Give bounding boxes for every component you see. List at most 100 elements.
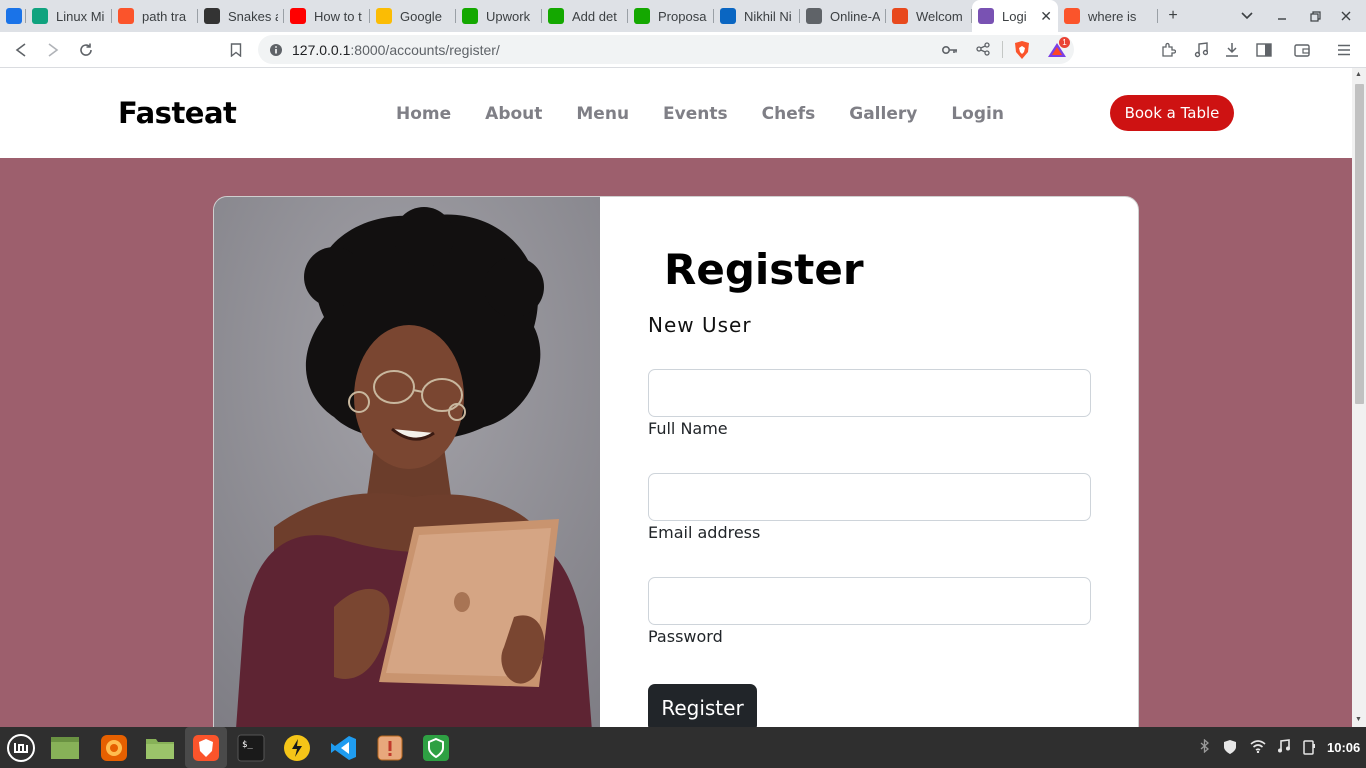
bootstrap-icon — [978, 8, 994, 24]
browser-tab[interactable] — [0, 0, 26, 32]
book-table-button[interactable]: Book a Table — [1110, 95, 1234, 131]
svg-text:$_: $_ — [242, 740, 253, 750]
nav-link-about[interactable]: About — [485, 104, 542, 124]
register-submit-button[interactable]: Register — [648, 684, 757, 727]
browser-tab[interactable]: Google — [370, 0, 456, 32]
register-form: Register New User Full Name Email addres… — [600, 197, 1138, 727]
tab-title: Proposa — [658, 8, 707, 24]
url-text: 127.0.0.1:8000/accounts/register/ — [292, 42, 500, 58]
forward-icon[interactable] — [41, 38, 65, 62]
reload-icon[interactable] — [74, 38, 98, 62]
new-tab-button[interactable]: + — [1157, 0, 1189, 32]
clock[interactable]: 10:06 — [1327, 740, 1360, 755]
tab-search-chevron-icon[interactable] — [1231, 0, 1263, 32]
password-input[interactable] — [648, 577, 1091, 625]
brave-rewards-icon — [6, 8, 22, 24]
brave-icon[interactable] — [185, 727, 227, 768]
upwork-icon — [634, 8, 650, 24]
new-user-subtitle: New User — [648, 313, 752, 337]
tab-title: Welcom — [916, 8, 963, 24]
woman-with-tablet-photo — [214, 197, 600, 727]
back-icon[interactable] — [9, 38, 33, 62]
browser-tab[interactable]: Logi ✕ — [972, 0, 1058, 32]
wifi-icon[interactable] — [1250, 739, 1266, 756]
bookmark-icon[interactable] — [224, 38, 248, 62]
site-info-icon[interactable] — [269, 43, 283, 62]
tab-title: Online-A — [830, 8, 880, 24]
google-keep-icon — [376, 8, 392, 24]
full-name-input[interactable] — [648, 369, 1091, 417]
tab-close-icon[interactable]: ✕ — [1040, 8, 1052, 25]
browser-tab[interactable]: How to t — [284, 0, 370, 32]
menu-icon[interactable] — [1332, 38, 1356, 62]
extensions-icon[interactable] — [1156, 38, 1180, 62]
site-logo[interactable]: Fasteat — [118, 96, 237, 130]
terminal-icon[interactable]: $_ — [236, 733, 266, 763]
browser-tab[interactable]: Upwork — [456, 0, 542, 32]
nav-link-menu[interactable]: Menu — [576, 104, 629, 124]
vscode-icon[interactable] — [328, 733, 358, 763]
browser-tab[interactable]: Welcom — [886, 0, 972, 32]
browser-toolbar: 127.0.0.1:8000/accounts/register/ 1 — [0, 32, 1366, 68]
brave-icon — [1064, 8, 1080, 24]
bluetooth-icon[interactable] — [1200, 738, 1210, 756]
browser-tab[interactable]: Proposa — [628, 0, 714, 32]
browser-tab[interactable]: Snakes a — [198, 0, 284, 32]
scroll-thumb[interactable] — [1355, 84, 1364, 404]
upwork-icon — [462, 8, 478, 24]
page-viewport: Fasteat Home About Menu Events Chefs Gallery L… — [0, 68, 1352, 727]
browser-tab[interactable]: Online-A — [800, 0, 886, 32]
browser-tab[interactable]: Linux Mi — [26, 0, 112, 32]
shield-icon[interactable] — [421, 733, 451, 763]
tab-title: Upwork — [486, 8, 531, 24]
nav-link-gallery[interactable]: Gallery — [849, 104, 917, 124]
brave-icon — [118, 8, 134, 24]
scroll-up-arrow-icon[interactable]: ▲ — [1355, 71, 1362, 78]
notifications-icon[interactable] — [1302, 739, 1316, 758]
password-label: Password — [648, 627, 723, 646]
scroll-down-arrow-icon[interactable]: ▼ — [1355, 716, 1362, 723]
email-input[interactable] — [648, 473, 1091, 521]
show-desktop-icon[interactable] — [50, 733, 80, 763]
brave-shields-icon[interactable] — [1010, 38, 1034, 62]
media-control-icon[interactable] — [1189, 38, 1213, 62]
site-header: Fasteat Home About Menu Events Chefs Gallery L… — [0, 68, 1352, 158]
email-label: Email address — [648, 523, 761, 542]
address-bar[interactable]: 127.0.0.1:8000/accounts/register/ — [258, 35, 1074, 64]
share-icon[interactable] — [976, 42, 990, 61]
restore-icon[interactable] — [1299, 0, 1331, 32]
minimize-icon[interactable] — [1266, 0, 1298, 32]
fire-icon — [892, 8, 908, 24]
nav-link-home[interactable]: Home — [396, 104, 451, 124]
browser-tab[interactable]: Nikhil Ni — [714, 0, 800, 32]
register-heading: Register — [664, 245, 864, 294]
tab-title: where is — [1088, 8, 1137, 24]
nav-link-chefs[interactable]: Chefs — [762, 104, 816, 124]
snake-icon — [204, 8, 220, 24]
nav-link-events[interactable]: Events — [663, 104, 728, 124]
firefox-icon[interactable] — [99, 733, 129, 763]
nav-link-login[interactable]: Login — [951, 104, 1004, 124]
close-window-icon[interactable] — [1330, 0, 1362, 32]
tab-title: How to t — [314, 8, 362, 24]
wallet-icon[interactable] — [1290, 38, 1314, 62]
brave-rewards-icon[interactable]: 1 — [1045, 37, 1070, 62]
mint-menu-icon[interactable] — [6, 733, 36, 763]
page-scrollbar[interactable]: ▲ ▼ — [1352, 68, 1366, 727]
sound-icon[interactable] — [1277, 739, 1291, 756]
tab-title: Logi — [1002, 8, 1027, 24]
register-card: Register New User Full Name Email addres… — [213, 196, 1139, 727]
update-manager-icon[interactable] — [375, 733, 405, 763]
browser-tab[interactable]: where is — [1058, 0, 1158, 32]
os-taskbar: $_ 10:06 — [0, 727, 1366, 768]
browser-tab[interactable]: Add det — [542, 0, 628, 32]
upwork-icon — [548, 8, 564, 24]
power-icon[interactable] — [282, 733, 312, 763]
files-icon[interactable] — [145, 733, 175, 763]
downloads-icon[interactable] — [1220, 38, 1244, 62]
key-icon[interactable] — [941, 43, 958, 61]
shield-tray-icon[interactable] — [1222, 739, 1238, 758]
browser-tab[interactable]: path tra — [112, 0, 198, 32]
sidebar-toggle-icon[interactable] — [1252, 38, 1276, 62]
linkedin-icon — [720, 8, 736, 24]
